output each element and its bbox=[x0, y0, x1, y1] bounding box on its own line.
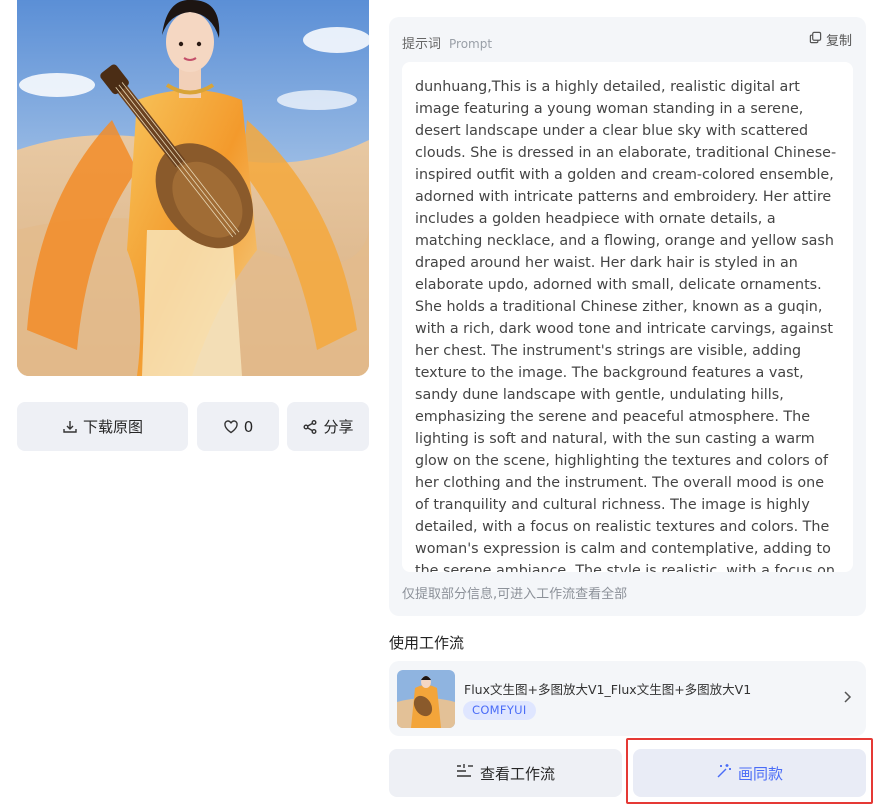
like-count: 0 bbox=[243, 417, 254, 436]
copy-label: 复制 bbox=[825, 34, 852, 49]
heart-icon bbox=[223, 419, 239, 435]
prompt-text: dunhuang,This is a highly detailed, real… bbox=[402, 62, 853, 572]
prompt-heading: 提示词 Prompt bbox=[402, 33, 492, 52]
workflow-name: Flux文生图+多图放大V1_Flux文生图+多图放大V1 bbox=[464, 682, 752, 697]
prompt-card: 提示词 Prompt 复制 dunhuang,This is a highly … bbox=[389, 17, 866, 616]
workflow-section-title: 使用工作流 bbox=[389, 634, 465, 652]
share-button[interactable]: 分享 bbox=[287, 402, 369, 451]
share-label: 分享 bbox=[323, 418, 354, 436]
workflow-thumbnail bbox=[397, 670, 455, 728]
copy-icon bbox=[809, 31, 822, 48]
chevron-right-icon[interactable] bbox=[842, 689, 852, 708]
list-icon bbox=[456, 763, 474, 783]
artwork-image[interactable] bbox=[17, 0, 369, 376]
share-icon bbox=[302, 419, 318, 435]
artwork-illustration bbox=[17, 0, 369, 376]
download-original-button[interactable]: 下载原图 bbox=[17, 402, 188, 451]
view-workflow-label: 查看工作流 bbox=[479, 764, 555, 783]
draw-same-button[interactable]: 画同款 bbox=[633, 749, 866, 797]
view-workflow-button[interactable]: 查看工作流 bbox=[389, 749, 622, 797]
download-icon bbox=[62, 419, 78, 435]
workflow-card[interactable]: Flux文生图+多图放大V1_Flux文生图+多图放大V1 COMFYUI bbox=[389, 661, 866, 736]
draw-same-label: 画同款 bbox=[737, 764, 783, 783]
prompt-title-cn: 提示词 bbox=[402, 37, 442, 52]
download-label: 下载原图 bbox=[82, 418, 143, 436]
like-button[interactable]: 0 bbox=[197, 402, 279, 451]
sparkle-icon bbox=[716, 763, 732, 783]
copy-button[interactable]: 复制 bbox=[809, 30, 852, 49]
workflow-tag: COMFYUI bbox=[463, 701, 536, 720]
prompt-note: 仅提取部分信息,可进入工作流查看全部 bbox=[402, 587, 628, 602]
prompt-title-en: Prompt bbox=[449, 37, 493, 51]
